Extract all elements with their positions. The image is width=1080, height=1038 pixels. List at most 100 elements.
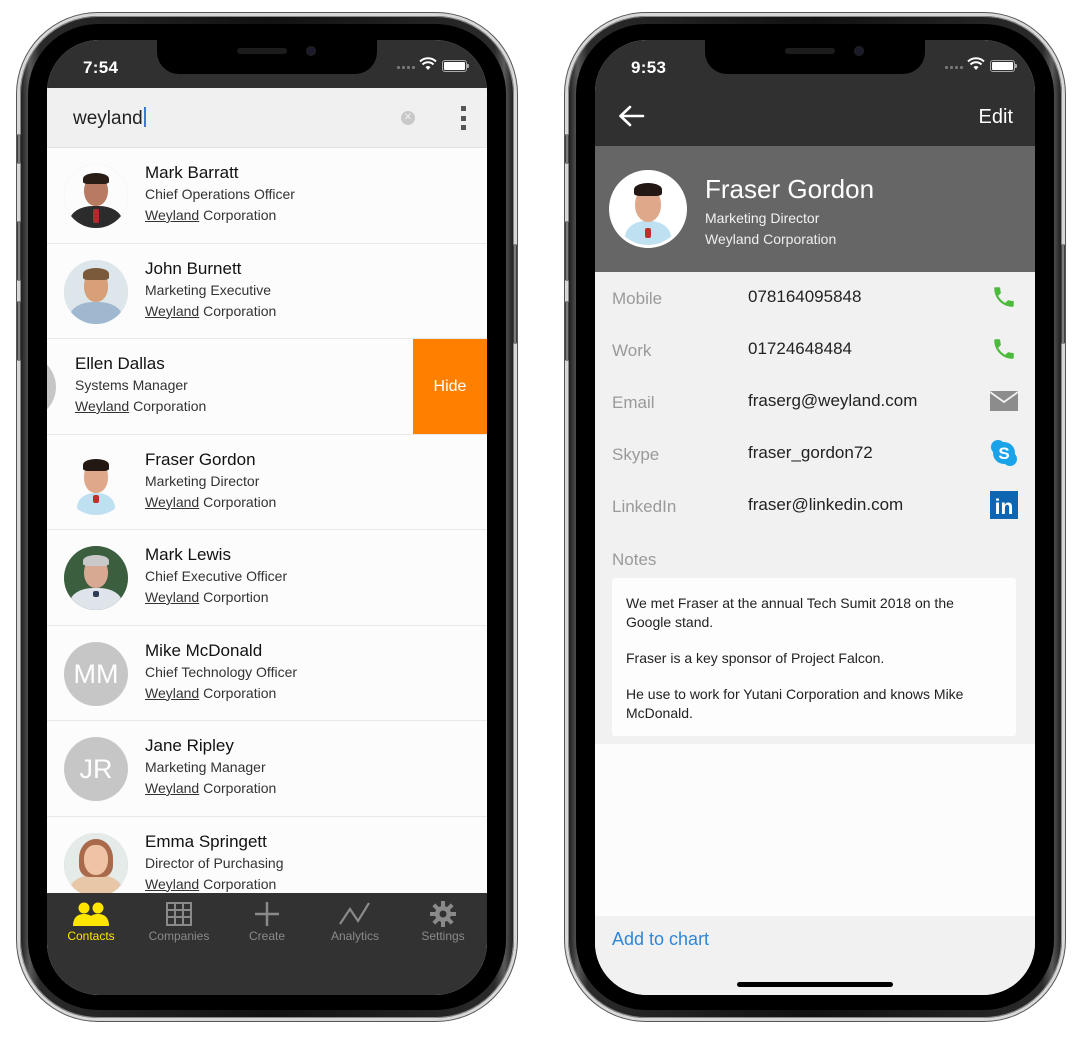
notes-label: Notes [612,550,657,569]
avatar [64,450,128,515]
tab-contacts[interactable]: Contacts [47,893,135,995]
phone-frame-left: 7:54 weyland ✕ Mark Barratt Chief Operat… [17,16,517,1018]
avatar-photo [64,450,128,515]
mute-switch [565,134,569,164]
volume-down-button [565,301,569,361]
contact-name: Emma Springett [145,831,267,851]
avatar [64,546,128,610]
avatar-initials: MM [64,641,128,706]
field-value[interactable]: 078164095848 [748,287,861,307]
contact-row[interactable]: Mark Lewis Chief Executive Officer Weyla… [47,530,487,626]
more-options-icon[interactable] [459,106,467,130]
linkedin-icon[interactable]: in [990,491,1018,519]
contact-title: Marketing Director [145,472,260,489]
field-email: Email fraserg@weyland.com [595,376,1035,428]
volume-up-button [565,221,569,281]
tab-settings[interactable]: Settings [399,893,487,995]
tab-bar: Contacts Companies Create Analytics Sett… [47,893,487,995]
profile-name: Fraser Gordon [705,174,875,204]
phone-icon[interactable] [990,335,1018,363]
phone-icon[interactable] [990,283,1018,311]
profile-company: Weyland Corporation [705,231,837,247]
hide-button[interactable]: Hide [413,339,487,434]
profile-header: Fraser Gordon Marketing Director Weyland… [595,146,1035,272]
add-to-chart-link[interactable]: Add to chart [612,929,709,950]
notch [157,40,377,74]
home-indicator[interactable] [737,982,893,987]
contact-row[interactable]: MM Mike McDonald Chief Technology Office… [47,625,487,721]
contact-title: Chief Technology Officer [145,663,298,680]
tab-companies[interactable]: Companies [135,893,223,995]
tab-label: Companies [148,929,210,943]
contact-list: Mark Barratt Chief Operations Officer We… [47,148,487,912]
contact-row[interactable]: Ellen Dallas Systems Manager Weyland Cor… [47,339,487,435]
tab-create[interactable]: Create [223,893,311,995]
search-match: Weyland [75,398,130,414]
contact-name: Jane Ripley [145,736,234,755]
note-paragraph: He use to work for Yutani Corporation an… [626,686,964,721]
power-button [1061,244,1065,344]
search-match: Weyland [145,589,200,605]
contact-name: Fraser Gordon [145,449,256,469]
field-label: LinkedIn [612,497,677,516]
avatar [64,259,128,324]
contact-title: Systems Manager [75,377,188,393]
clear-search-icon[interactable]: ✕ [401,111,415,125]
search-match: Weyland [145,207,200,223]
field-label: Skype [612,445,660,464]
avatar-photo [64,546,128,610]
field-label: Work [612,341,652,360]
avatar [64,164,128,228]
field-value[interactable]: fraserg@weyland.com [748,391,917,411]
avatar [47,355,56,419]
contact-row[interactable]: Fraser Gordon Marketing Director Weyland… [47,434,487,530]
building-icon [166,902,192,926]
signal-icon [397,66,415,69]
search-input[interactable]: weyland [73,107,146,130]
skype-icon[interactable]: S [990,439,1018,467]
avatar-initials: JR [64,737,128,801]
contact-row[interactable]: JR Jane Ripley Marketing Manager Weyland… [47,721,487,817]
contact-detail-screen: 9:53 Edit Fraser Gordon Marketing Direct… [595,40,1035,995]
field-work: Work 01724648484 [595,324,1035,376]
contact-company: Weyland Corportion [145,589,269,605]
field-value[interactable]: fraser_gordon72 [748,443,873,463]
mail-icon[interactable] [990,387,1018,415]
contact-row[interactable]: John Burnett Marketing Executive Weyland… [47,243,487,339]
power-button [513,244,517,344]
field-mobile: Mobile 078164095848 [595,272,1035,324]
signal-icon [945,66,963,69]
mute-switch [17,134,21,164]
search-bar: weyland ✕ [47,88,487,148]
edit-button[interactable]: Edit [979,106,1013,129]
status-time: 9:53 [631,58,667,77]
battery-icon [990,60,1017,72]
tab-label: Contacts [67,929,115,943]
plus-icon [255,902,279,926]
text-caret [143,107,146,127]
field-value[interactable]: 01724648484 [748,339,852,359]
notch [705,40,925,74]
avatar-photo [64,259,128,324]
search-match: Weyland [145,875,200,892]
battery-icon [442,60,469,72]
profile-title: Marketing Director [705,210,820,226]
contact-title: Chief Executive Officer [145,568,288,584]
wifi-icon [967,57,985,70]
avatar-photo [64,164,128,228]
contact-row[interactable]: Mark Barratt Chief Operations Officer We… [47,148,487,244]
tab-label: Analytics [330,929,380,943]
svg-text:S: S [998,444,1009,463]
avatar [64,832,128,897]
field-linkedin: LinkedIn fraser@linkedin.com in [595,480,1035,532]
notes-box[interactable]: We met Fraser at the annual Tech Sumit 2… [612,578,1016,736]
field-value[interactable]: fraser@linkedin.com [748,495,903,515]
contact-details: Mobile 078164095848 Work 01724648484 Ema… [595,272,1035,744]
tab-analytics[interactable]: Analytics [311,893,399,995]
back-arrow-icon[interactable] [617,104,645,128]
search-match: Weyland [145,684,200,701]
contact-name: Mark Lewis [145,545,231,564]
avatar-photo [64,832,128,897]
contact-title: Marketing Executive [145,281,272,298]
contact-company: Weyland Corporation [145,207,277,223]
